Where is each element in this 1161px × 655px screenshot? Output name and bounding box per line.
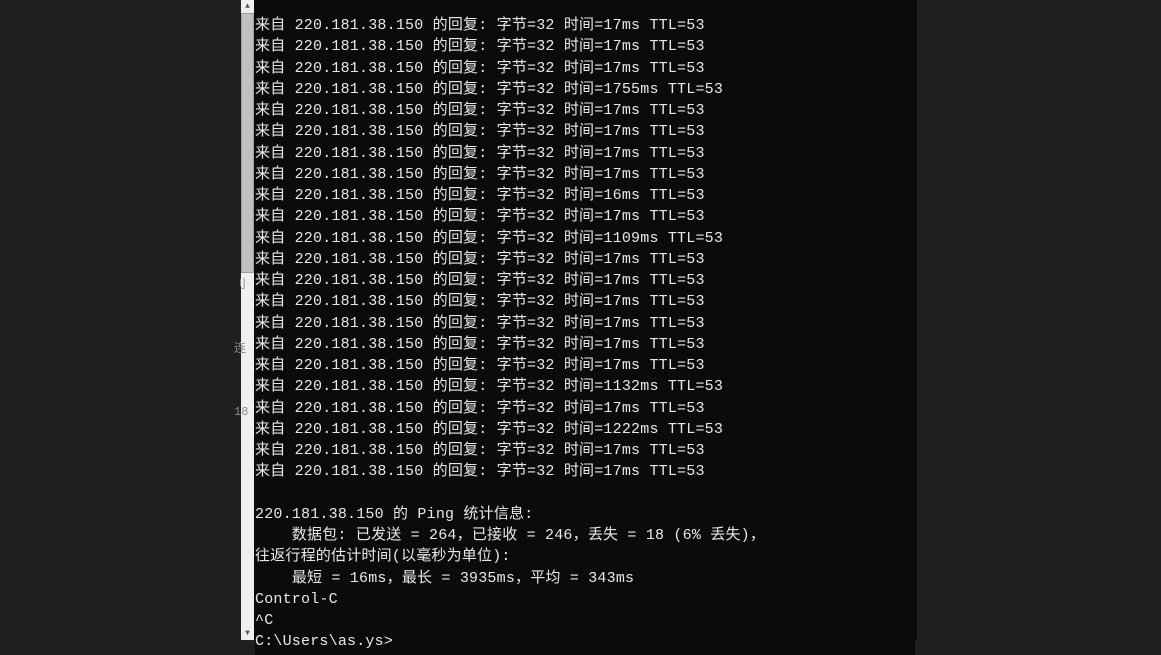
terminal-output[interactable]: 来自 220.181.38.150 的回复: 字节=32 时间=17ms TTL…: [255, 15, 915, 655]
scroll-up-arrow[interactable]: ▲: [241, 0, 254, 13]
page-background: ▲ ▼ 刂 连 18 来自 220.181.38.150 的回复: 字节=32 …: [0, 0, 1161, 653]
scrollbar-thumb[interactable]: [241, 13, 254, 273]
scroll-down-arrow[interactable]: ▼: [241, 627, 254, 640]
